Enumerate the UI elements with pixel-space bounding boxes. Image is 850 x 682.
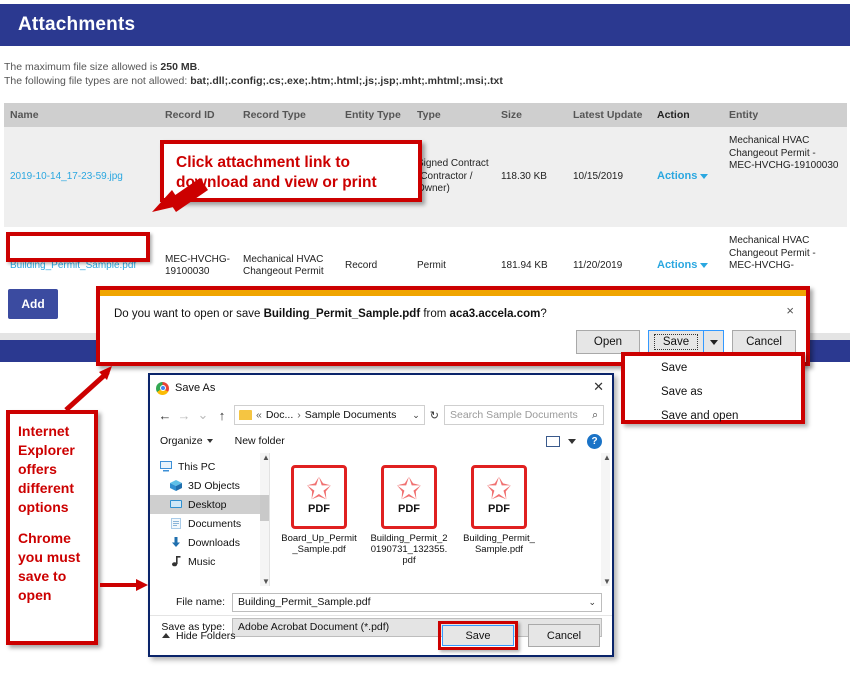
- annotation-arrow-to-save-as: [100, 579, 148, 591]
